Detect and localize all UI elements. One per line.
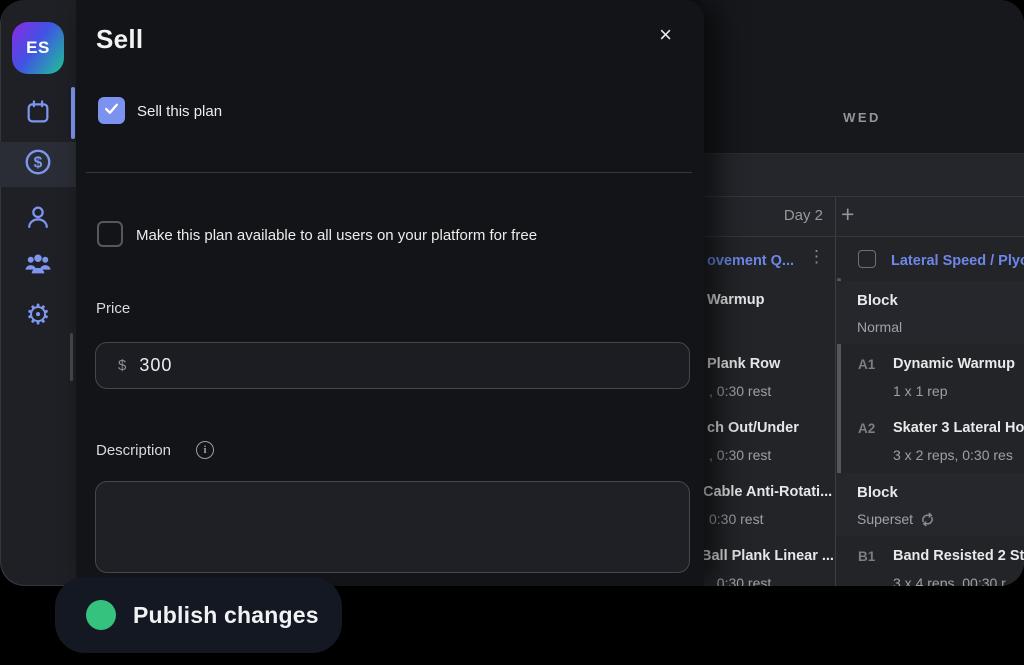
free-plan-label: Make this plan available to all users on… [136,227,537,244]
add-day-button[interactable]: + [841,201,854,228]
session-checkbox[interactable] [858,250,876,268]
avatar[interactable]: ES [12,22,64,74]
sell-this-plan-checkbox[interactable] [98,97,125,124]
exercise-details: 1 x 1 rep [893,383,947,399]
free-plan-checkbox[interactable] [97,221,123,247]
exercise-details: 3 x 2 reps, 0:30 res [893,447,1013,463]
person-icon [24,203,52,236]
description-label: Description [96,442,171,459]
currency-prefix: $ [118,357,126,374]
publish-changes-button[interactable]: Publish changes [55,577,342,653]
calendar-icon [24,98,52,131]
sidebar-item-calendar[interactable] [0,92,76,136]
sidebar-scrollbar[interactable] [70,333,73,381]
weekday-header-band: WED [700,0,1024,154]
day-tab-row: Day 2 + [700,196,1024,237]
weekday-label: WED [700,110,1024,125]
day-column-right: Lateral Speed / Plyo Block Normal A1 Dyn… [836,237,1024,586]
price-label: Price [96,300,130,317]
superset-cycle-icon [920,512,935,530]
divider [86,172,692,173]
session-title-left[interactable]: ovement Q... [707,253,794,269]
kebab-menu-icon[interactable]: ⋮ [808,248,825,265]
exercise-name[interactable]: Skater 3 Lateral Hop [893,420,1024,436]
status-dot-icon [86,600,116,630]
price-input[interactable]: $ 300 [95,342,690,389]
check-icon [103,100,120,122]
info-icon[interactable]: i [196,441,214,459]
exercise-name[interactable]: Band Resisted 2 Step [893,548,1024,564]
sell-this-plan-label: Sell this plan [137,103,222,120]
block-title: Block [857,292,898,309]
plan-band [700,154,1024,196]
description-textarea[interactable] [95,481,690,573]
publish-changes-label: Publish changes [133,602,319,629]
group-icon [23,249,53,284]
day-tab[interactable]: Day 2 [784,207,823,224]
exercise-details: 3 x 4 reps, 00:30 r [893,575,1006,586]
close-icon[interactable]: × [659,24,672,46]
dollar-icon: $ [23,147,53,182]
screen: WED Day 2 + ovement Q... ⋮ Warmup [0,0,1024,665]
modal-title: Sell [96,24,143,55]
exercise-label: B1 [858,549,875,564]
svg-text:$: $ [34,154,43,171]
plan-content: ovement Q... ⋮ Warmup Plank Row , 0:30 r… [700,237,1024,586]
gear-icon: ⚙ [25,301,50,329]
sidebar-item-groups[interactable] [0,244,76,288]
exercise-label: A1 [858,357,875,372]
session-title-right[interactable]: Lateral Speed / Plyo [891,253,1024,269]
block-subtitle: Normal [857,319,902,335]
exercise-label: A2 [858,421,875,436]
sidebar-item-clients[interactable] [0,197,76,241]
day-column-left: ovement Q... ⋮ Warmup Plank Row , 0:30 r… [700,237,835,586]
plan-view: WED Day 2 + ovement Q... ⋮ Warmup [700,0,1024,586]
price-value: 300 [139,355,172,376]
tab-divider [835,197,836,236]
sidebar-item-settings[interactable]: ⚙ [0,293,76,337]
exercise-name[interactable]: Dynamic Warmup [893,356,1015,372]
sidebar: ES $ ⚙ [0,0,76,586]
sidebar-item-payments[interactable]: $ [0,142,76,187]
app-window: WED Day 2 + ovement Q... ⋮ Warmup [0,0,1024,586]
block-title: Block [857,484,898,501]
block-subtitle: Superset [857,511,935,530]
sell-modal: Sell × Sell this plan Make this plan ava… [76,0,704,586]
